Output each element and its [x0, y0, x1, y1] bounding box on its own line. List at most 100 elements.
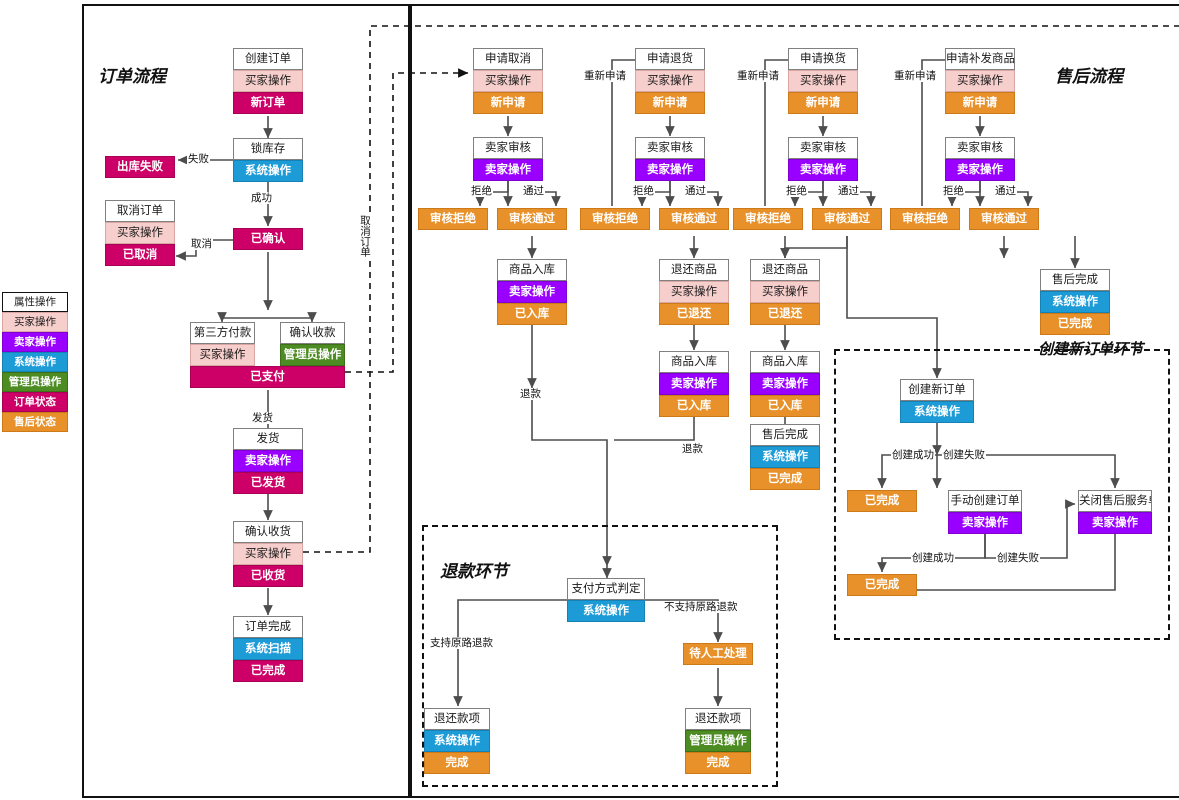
node-apply-reship[interactable]: 申请补发商品 买家操作 新申请 — [945, 48, 1015, 114]
node-apply-cancel[interactable]: 申请取消 买家操作 新申请 — [473, 48, 543, 114]
node-seller-review-cancel[interactable]: 卖家审核 卖家操作 — [473, 137, 543, 181]
node-manual-create-order[interactable]: 手动创建订单 卖家操作 — [948, 490, 1022, 534]
node-seller-review-reship[interactable]: 卖家审核 卖家操作 — [945, 137, 1015, 181]
node-review-pass-return[interactable]: 审核通过 — [659, 208, 729, 230]
node-return-goods-return[interactable]: 退还商品 买家操作 已退还 — [659, 259, 729, 325]
node-actor: 买家操作 — [105, 222, 175, 244]
node-paid[interactable]: 已支付 — [190, 366, 345, 388]
node-goods-instock-exchange[interactable]: 商品入库 卖家操作 已入库 — [750, 351, 820, 417]
node-create-new-order[interactable]: 创建新订单 系统操作 — [900, 379, 974, 423]
node-title: 商品入库 — [497, 259, 567, 281]
edge-label-pass-1: 通过 — [522, 185, 545, 197]
node-status: 新申请 — [945, 92, 1015, 114]
node-title: 退还款项 — [685, 708, 751, 730]
node-title: 商品入库 — [659, 351, 729, 373]
node-title: 申请退货 — [635, 48, 705, 70]
node-actor: 系统扫描 — [233, 638, 303, 660]
node-actor: 买家操作 — [788, 70, 858, 92]
node-apply-exchange[interactable]: 申请换货 买家操作 新申请 — [788, 48, 858, 114]
node-review-pass-exchange[interactable]: 审核通过 — [812, 208, 882, 230]
node-refund-admin[interactable]: 退还款项 管理员操作 完成 — [685, 708, 751, 774]
node-status: 已支付 — [190, 366, 345, 388]
node-review-reject-return[interactable]: 审核拒绝 — [580, 208, 650, 230]
order-flow-title: 订单流程 — [98, 67, 166, 86]
node-aftersale-done-exchange[interactable]: 售后完成 系统操作 已完成 — [750, 424, 820, 490]
legend-item-attribute: 属性操作 — [2, 292, 68, 312]
aftersale-flow-title: 售后流程 — [1055, 67, 1123, 86]
refund-stage-title: 退款环节 — [440, 562, 508, 581]
node-status: 已确认 — [233, 228, 303, 250]
node-title: 订单完成 — [233, 616, 303, 638]
node-title: 卖家审核 — [635, 137, 705, 159]
node-status: 审核拒绝 — [418, 208, 488, 230]
node-actor: 买家操作 — [233, 543, 303, 565]
node-status: 完成 — [685, 752, 751, 774]
edge-label-create-fail-1: 创建失败 — [942, 449, 986, 461]
node-refund-system[interactable]: 退还款项 系统操作 完成 — [424, 708, 490, 774]
node-order-complete[interactable]: 订单完成 系统扫描 已完成 — [233, 616, 303, 682]
node-title: 手动创建订单 — [948, 490, 1022, 512]
node-title: 卖家审核 — [473, 137, 543, 159]
node-actor: 买家操作 — [635, 70, 705, 92]
node-review-pass-reship[interactable]: 审核通过 — [969, 208, 1039, 230]
node-status: 审核拒绝 — [580, 208, 650, 230]
node-seller-review-exchange[interactable]: 卖家审核 卖家操作 — [788, 137, 858, 181]
node-actor: 买家操作 — [659, 281, 729, 303]
node-title: 取消订单 — [105, 200, 175, 222]
node-out-fail[interactable]: 出库失败 — [105, 156, 175, 178]
node-done-auto[interactable]: 已完成 — [847, 490, 917, 512]
node-status: 已退还 — [750, 303, 820, 325]
node-status: 已入库 — [497, 303, 567, 325]
node-ship[interactable]: 发货 卖家操作 已发货 — [233, 428, 303, 494]
node-status: 已完成 — [233, 660, 303, 682]
node-done-manual[interactable]: 已完成 — [847, 574, 917, 596]
node-actor: 卖家操作 — [788, 159, 858, 181]
node-actor: 卖家操作 — [233, 450, 303, 472]
diagram-canvas: 订单流程 售后流程 退款环节 创建新订单环节 属性操作 买家操作 卖家操作 系统… — [0, 0, 1179, 800]
node-title: 锁库存 — [233, 138, 303, 160]
edge-label-create-ok-1: 创建成功 — [891, 449, 935, 461]
node-title: 卖家审核 — [788, 137, 858, 159]
node-actor: 卖家操作 — [497, 281, 567, 303]
node-review-reject-exchange[interactable]: 审核拒绝 — [733, 208, 803, 230]
node-review-reject-reship[interactable]: 审核拒绝 — [890, 208, 960, 230]
node-status: 已取消 — [105, 244, 175, 266]
edge-label-pass-2: 通过 — [684, 185, 707, 197]
edge-label-reject-2: 拒绝 — [632, 185, 655, 197]
node-status: 新申请 — [473, 92, 543, 114]
node-actor: 卖家操作 — [473, 159, 543, 181]
edge-label-cancel: 取消 — [190, 238, 213, 250]
node-manual-pending[interactable]: 待人工处理 — [683, 643, 753, 665]
node-seller-review-return[interactable]: 卖家审核 卖家操作 — [635, 137, 705, 181]
node-confirm-receipt[interactable]: 确认收款 管理员操作 — [280, 322, 345, 366]
node-review-pass-cancel[interactable]: 审核通过 — [497, 208, 567, 230]
node-review-reject-cancel[interactable]: 审核拒绝 — [418, 208, 488, 230]
node-confirm-receive[interactable]: 确认收货 买家操作 已收货 — [233, 521, 303, 587]
node-status: 待人工处理 — [683, 643, 753, 665]
node-close-aftersale-ticket[interactable]: 关闭售后服务单 卖家操作 — [1078, 490, 1152, 534]
node-pay-method-judge[interactable]: 支付方式判定 系统操作 — [567, 578, 645, 622]
node-status: 新订单 — [233, 92, 303, 114]
legend-item-seller: 卖家操作 — [2, 332, 68, 352]
node-apply-return[interactable]: 申请退货 买家操作 新申请 — [635, 48, 705, 114]
edge-label-no-support-original: 不支持原路退款 — [663, 601, 739, 613]
node-cancel-order[interactable]: 取消订单 买家操作 已取消 — [105, 200, 175, 266]
node-actor: 系统操作 — [567, 600, 645, 622]
node-aftersale-done-reship[interactable]: 售后完成 系统操作 已完成 — [1040, 269, 1110, 335]
node-goods-instock-return[interactable]: 商品入库 卖家操作 已入库 — [659, 351, 729, 417]
node-status: 审核通过 — [497, 208, 567, 230]
node-actor: 买家操作 — [190, 344, 255, 366]
node-actor: 管理员操作 — [280, 344, 345, 366]
node-actor: 买家操作 — [473, 70, 543, 92]
node-create-order[interactable]: 创建订单 买家操作 新订单 — [233, 48, 303, 114]
node-title: 第三方付款 — [190, 322, 255, 344]
node-lock-stock[interactable]: 锁库存 系统操作 — [233, 138, 303, 182]
node-goods-instock-cancel[interactable]: 商品入库 卖家操作 已入库 — [497, 259, 567, 325]
node-third-party-pay[interactable]: 第三方付款 买家操作 — [190, 322, 255, 366]
node-status: 新申请 — [635, 92, 705, 114]
node-confirmed[interactable]: 已确认 — [233, 228, 303, 250]
node-status: 已完成 — [1040, 313, 1110, 335]
edge-label-refund-1: 退款 — [519, 388, 542, 400]
node-actor: 卖家操作 — [750, 373, 820, 395]
node-return-goods-exchange[interactable]: 退还商品 买家操作 已退还 — [750, 259, 820, 325]
